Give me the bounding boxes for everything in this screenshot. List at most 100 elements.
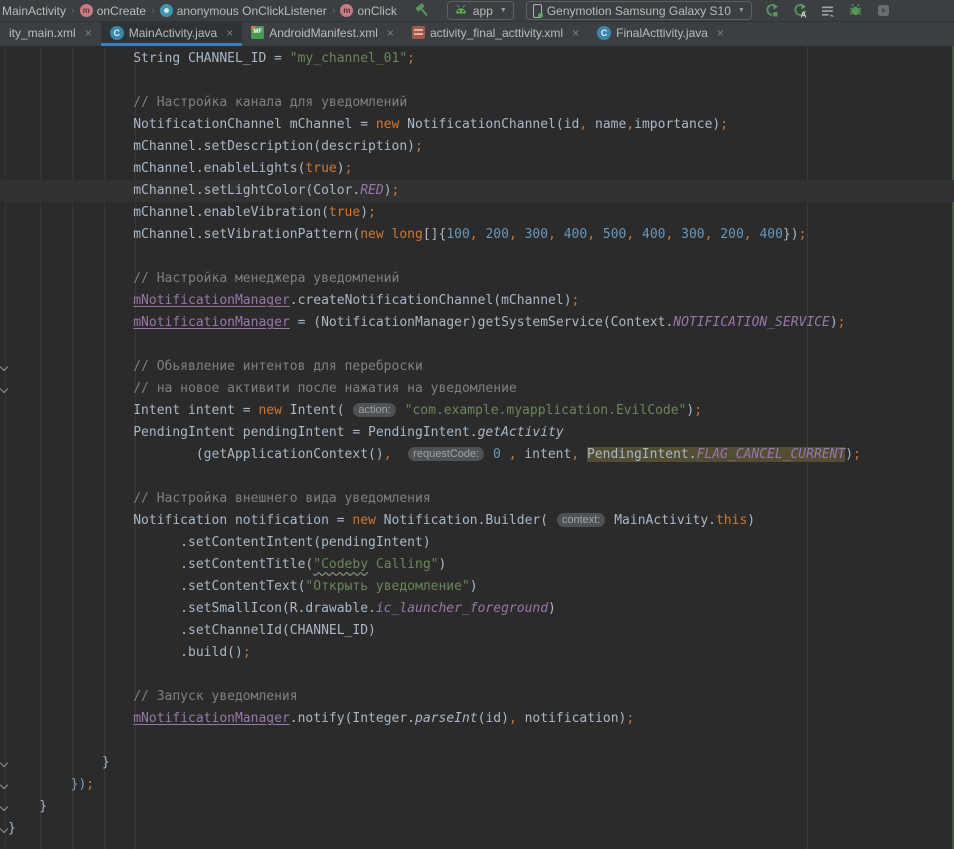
code-line[interactable]: // Настройка внешнего вида уведомления (0, 488, 954, 510)
code-token: Notification.Builder( (376, 513, 556, 528)
code-line[interactable]: // Запуск уведомления (0, 686, 954, 708)
code-token: mChannel.enableVibration( (8, 205, 329, 220)
profiler-button[interactable] (872, 2, 896, 20)
breadcrumb-item[interactable]: monCreate (80, 4, 146, 18)
code-line[interactable]: .build(); (0, 642, 954, 664)
code-token (485, 447, 493, 462)
code-line[interactable]: .setChannelId(CHANNEL_ID) (0, 620, 954, 642)
code-token: mChannel.enableLights( (8, 161, 305, 176)
code-line[interactable]: Intent intent = new Intent( action: "com… (0, 400, 954, 422)
code-line[interactable]: mChannel.enableVibration(true); (0, 202, 954, 224)
code-line[interactable]: mChannel.setVibrationPattern(new long[]{… (0, 224, 954, 246)
code-token: Intent( (282, 403, 352, 418)
code-token: MainActivity. (606, 513, 716, 528)
code-line[interactable] (0, 664, 954, 686)
code-token: ) (845, 447, 853, 462)
breadcrumb-label: anonymous OnClickListener (177, 4, 327, 18)
code-token: ic_launcher_foreground (376, 601, 548, 616)
device-select[interactable]: Genymotion Samsung Galaxy S10 ▼ (526, 1, 752, 20)
code-line[interactable]: .setSmallIcon(R.drawable.ic_launcher_for… (0, 598, 954, 620)
code-token: this (716, 513, 747, 528)
code-line[interactable]: String CHANNEL_ID = "my_channel_01"; (0, 48, 954, 70)
code-token: ; (572, 293, 580, 308)
code-line[interactable] (0, 334, 954, 356)
code-line[interactable]: mNotificationManager = (NotificationMana… (0, 312, 954, 334)
apply-changes-restart-button[interactable] (760, 2, 784, 20)
code-token: // Запуск уведомления (8, 689, 298, 704)
close-icon[interactable]: × (572, 27, 579, 39)
code-line[interactable]: .setContentTitle("Codeby Calling") (0, 554, 954, 576)
tab-finalacttivity-java[interactable]: CFinalActtivity.java× (588, 22, 733, 46)
close-icon[interactable]: × (717, 27, 724, 39)
code-token: .setContentTitle( (8, 557, 313, 572)
breadcrumb-item[interactable]: monClick (340, 4, 396, 18)
code-token: ) (830, 315, 838, 330)
code-line[interactable]: mChannel.setLightColor(Color.RED); (0, 180, 954, 202)
close-icon[interactable]: × (226, 27, 233, 39)
code-line[interactable]: NotificationChannel mChannel = new Notif… (0, 114, 954, 136)
code-line[interactable]: (getApplicationContext(), requestCode: 0… (0, 444, 954, 466)
code-line[interactable] (0, 466, 954, 488)
code-line[interactable]: .setContentText("Открыть уведомление") (0, 576, 954, 598)
debug-bug-button[interactable] (844, 2, 868, 20)
tab-androidmanifest-xml[interactable]: MFAndroidManifest.xml× (242, 22, 403, 46)
breadcrumb-item[interactable]: anonymous OnClickListener (160, 4, 327, 18)
run-configuration-label: app (473, 4, 493, 18)
code-token: parseInt (415, 711, 478, 726)
close-icon[interactable]: × (387, 27, 394, 39)
navigation-bar: MainActivity›monCreate›anonymous OnClick… (0, 0, 954, 22)
code-token: 300 (525, 227, 548, 242)
code-token (556, 227, 564, 242)
tab-activity-final-acttivity-xml[interactable]: activity_final_acttivity.xml× (403, 22, 588, 46)
code-area: String CHANNEL_ID = "my_channel_01"; // … (0, 48, 954, 840)
code-token: } (8, 821, 16, 836)
apply-code-changes-button[interactable]: A (788, 2, 812, 20)
code-line[interactable] (0, 70, 954, 92)
tab-mainactivity-java[interactable]: CMainActivity.java× (101, 22, 243, 46)
code-line[interactable]: Notification notification = new Notifica… (0, 510, 954, 532)
close-icon[interactable]: × (85, 27, 92, 39)
code-line[interactable]: }); (0, 774, 954, 796)
code-line[interactable]: } (0, 796, 954, 818)
breadcrumb-separator: › (150, 5, 156, 17)
code-token: 300 (681, 227, 704, 242)
hammer-icon (415, 3, 431, 19)
code-line[interactable]: mChannel.enableLights(true); (0, 158, 954, 180)
code-line[interactable]: // Настройка менеджера уведомлений (0, 268, 954, 290)
build-button[interactable] (411, 2, 435, 20)
code-token: 400 (564, 227, 587, 242)
code-token: 0 (493, 447, 501, 462)
code-token: , (587, 227, 595, 242)
code-line[interactable]: } (0, 752, 954, 774)
code-token: 200 (720, 227, 743, 242)
code-line[interactable]: mNotificationManager.notify(Integer.pars… (0, 708, 954, 730)
code-token: mNotificationManager (133, 293, 290, 308)
breadcrumb-item[interactable]: MainActivity (2, 4, 66, 18)
code-line[interactable] (0, 246, 954, 268)
code-token: "Codeby (313, 557, 368, 572)
code-line[interactable] (0, 730, 954, 752)
horizontal-lines-button[interactable] (816, 2, 840, 20)
chevron-down-icon: ▼ (738, 7, 745, 14)
code-line[interactable]: PendingIntent pendingIntent = PendingInt… (0, 422, 954, 444)
code-line[interactable]: } (0, 818, 954, 840)
code-line[interactable]: mNotificationManager.createNotificationC… (0, 290, 954, 312)
method-icon: m (340, 4, 353, 17)
tab-ity-main-xml[interactable]: ity_main.xml× (0, 22, 101, 46)
manifest-file-icon: MF (251, 26, 264, 39)
code-token: ) (470, 579, 478, 594)
code-line[interactable]: .setContentIntent(pendingIntent) (0, 532, 954, 554)
code-token: ; (720, 117, 728, 132)
code-line[interactable]: // на новое активити после нажатия на ув… (0, 378, 954, 400)
code-token: ; (694, 403, 702, 418)
code-line[interactable]: mChannel.setDescription(description); (0, 136, 954, 158)
code-line[interactable]: // Обьявление интентов для переброски (0, 356, 954, 378)
code-editor[interactable]: String CHANNEL_ID = "my_channel_01"; // … (0, 46, 954, 849)
code-token: // на новое активити после нажатия на ув… (8, 381, 517, 396)
code-token: } (8, 799, 47, 814)
code-line[interactable]: // Настройка канала для уведомлений (0, 92, 954, 114)
code-token: // Обьявление интентов для переброски (8, 359, 423, 374)
run-configuration-select[interactable]: app ▼ (447, 1, 514, 20)
code-token: importance) (634, 117, 720, 132)
code-token: , (579, 117, 587, 132)
